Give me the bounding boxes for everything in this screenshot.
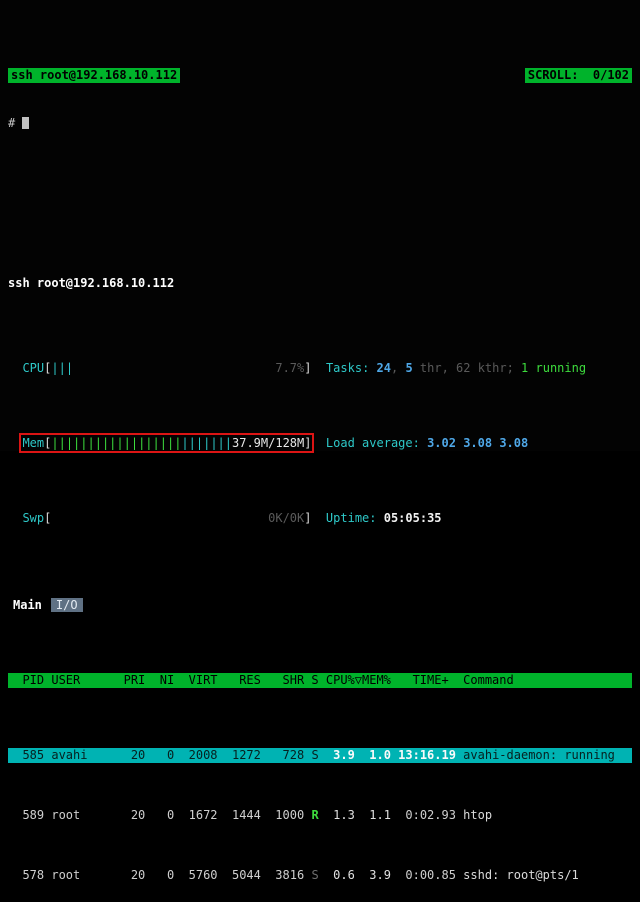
uptime-value: 05:05:35: [384, 511, 442, 525]
load-average-label: Load average:: [311, 436, 427, 450]
process-table-header[interactable]: PID USER PRI NI VIRT RES SHR S CPU%▽MEM%…: [8, 673, 632, 688]
process-row[interactable]: 578 root 20 0 5760 5044 3816 S 0.6 3.9 0…: [8, 868, 632, 883]
swap-meter-line: Swp[ 0K/0K] Uptime: 05:05:35: [8, 511, 632, 526]
mem-meter-label: Mem: [22, 436, 44, 450]
cpu-meter-line: CPU[||| 7.7%] Tasks: 24, 5 thr, 62 kthr;…: [8, 361, 632, 376]
ssh-session-title: ssh root@192.168.10.112: [8, 68, 180, 83]
threads-text: thr, 62 kthr: [413, 361, 507, 375]
state-cell: R: [304, 808, 318, 822]
shell-prompt-line[interactable]: #: [8, 116, 632, 131]
top-pane-titlebar: ssh root@192.168.10.112 SCROLL: 0/102: [8, 68, 632, 83]
cpu-meter-bar: |||: [51, 361, 73, 375]
time-cell: 0:02.93: [391, 808, 456, 822]
state-cell: S: [304, 868, 318, 882]
swap-meter: Swp[ 0K/0K]: [8, 511, 311, 525]
screen-tabs: Main I/O: [8, 598, 632, 613]
mem-meter-annotation-box: Mem[|||||||||||||||||||||||||37.9M/128M]: [22, 436, 311, 450]
state-cell: S: [304, 748, 318, 762]
mem-cell: 3.9: [355, 868, 391, 882]
mem-meter-value: 37.9M/128M: [232, 436, 304, 450]
cpu-meter-label: CPU: [22, 361, 44, 375]
cpu-cell: 3.9: [319, 748, 355, 762]
scroll-indicator: SCROLL: 0/102: [525, 68, 632, 83]
command-cell: avahi-daemon: running: [456, 748, 615, 762]
mem-meter-bar-cache: |||||||: [181, 436, 232, 450]
command-cell: sshd: root@pts/1: [456, 868, 579, 882]
time-cell: 13:16.19: [391, 748, 456, 762]
mem-cell: 1.1: [355, 808, 391, 822]
load-average-values: 3.02 3.08 3.08: [427, 436, 528, 450]
cpu-meter: CPU[||| 7.7%]: [8, 361, 312, 375]
mem-meter-bar-used: ||||||||||||||||||: [51, 436, 181, 450]
uptime-label: Uptime:: [311, 511, 383, 525]
mem-cell: 1.0: [355, 748, 391, 762]
swap-meter-value: 0K/0K: [268, 511, 304, 525]
time-cell: 0:00.85: [391, 868, 456, 882]
threads-count: 5: [405, 361, 412, 375]
process-row-selected[interactable]: 585 avahi 20 0 2008 1272 728 S 3.9 1.0 1…: [8, 748, 632, 763]
terminal-window: ssh root@192.168.10.112 SCROLL: 0/102 # …: [0, 0, 640, 451]
prompt-symbol: #: [8, 116, 22, 130]
cpu-cell: 1.3: [319, 808, 355, 822]
swap-meter-label: Swp: [22, 511, 44, 525]
process-row[interactable]: 589 root 20 0 1672 1444 1000 R 1.3 1.1 0…: [8, 808, 632, 823]
tab-main[interactable]: Main: [8, 598, 47, 612]
text-cursor: [22, 117, 29, 129]
running-count: 1 running: [521, 361, 586, 375]
cpu-cell: 0.6: [319, 868, 355, 882]
mem-meter-line: Mem[|||||||||||||||||||||||||37.9M/128M]…: [8, 436, 632, 451]
bottom-pane: ssh root@192.168.10.112 CPU[||| 7.7%] Ta…: [8, 231, 632, 902]
bottom-pane-title: ssh root@192.168.10.112: [8, 276, 632, 291]
cpu-meter-value: 7.7%: [275, 361, 304, 375]
command-cell: htop: [456, 808, 492, 822]
tasks-count: 24: [377, 361, 391, 375]
tasks-label: Tasks:: [312, 361, 377, 375]
tab-io[interactable]: I/O: [51, 598, 83, 612]
